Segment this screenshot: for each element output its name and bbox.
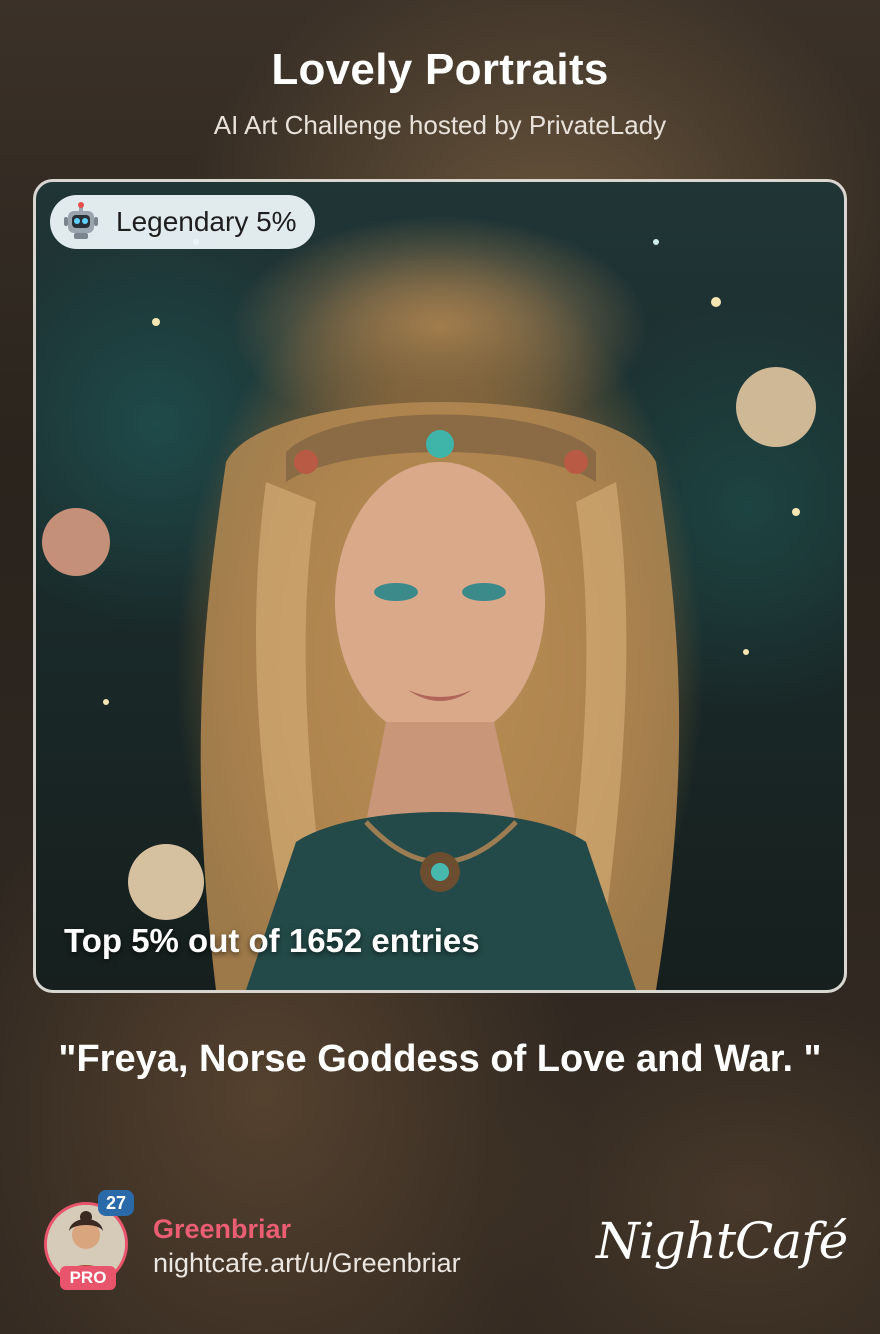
- robot-icon: [64, 202, 98, 239]
- ranking-caption: Top 5% out of 1652 entries: [64, 922, 480, 959]
- badge-label: Legendary 5%: [116, 206, 297, 237]
- pro-badge: PRO: [60, 1266, 116, 1290]
- artwork-image: [42, 239, 816, 990]
- artwork-card[interactable]: Legendary 5% Top 5% out of 1652 entries: [33, 179, 847, 993]
- username-link[interactable]: Greenbriar: [153, 1214, 291, 1245]
- user-avatar-group[interactable]: 27 PRO: [44, 1190, 134, 1290]
- prompt-text: "Freya, Norse Goddess of Love and War. ": [58, 1038, 822, 1080]
- legendary-badge: Legendary 5%: [50, 195, 315, 249]
- page-subtitle: AI Art Challenge hosted by PrivateLady: [213, 110, 667, 140]
- level-badge: 27: [98, 1190, 134, 1216]
- nightcafe-logo: NightCafé: [596, 1212, 848, 1270]
- page-title: Lovely Portraits: [271, 45, 609, 94]
- profile-url-link[interactable]: nightcafe.art/u/Greenbriar: [153, 1248, 461, 1279]
